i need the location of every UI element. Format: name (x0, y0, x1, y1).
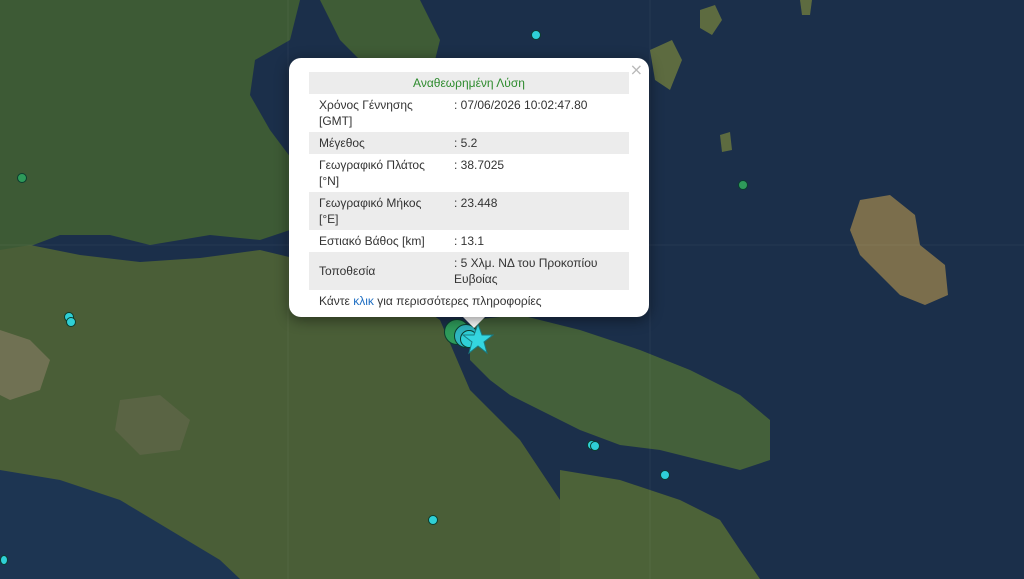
latitude-label: Γεωγραφικό Πλάτος [°N] (319, 158, 425, 188)
longitude-label: Γεωγραφικό Μήκος [°E] (309, 192, 444, 230)
depth-value: : 13.1 (454, 234, 485, 248)
magnitude-label: Μέγεθος (309, 132, 444, 154)
quake-marker[interactable] (590, 441, 600, 451)
origin-time-label: Χρόνος Γέννησης [GMT] (319, 98, 413, 128)
island-small-1 (800, 0, 812, 15)
quake-marker[interactable] (660, 470, 670, 480)
latitude-value: : 38.7025 (454, 158, 505, 172)
popup-title: Αναθεωρημένη Λύση (309, 72, 629, 94)
earthquake-info-popup: × Αναθεωρημένη Λύση Χρόνος Γέννησης [GMT… (289, 58, 649, 317)
quake-marker[interactable] (0, 555, 8, 565)
footer-prefix: Κάντε (319, 294, 354, 308)
more-info-footer: Κάντε κλικ για περισσότερες πληροφορίες (309, 290, 629, 312)
depth-label: Εστιακό Βάθος [km] (319, 234, 425, 248)
magnitude-value: : 5.2 (444, 132, 629, 154)
quake-marker[interactable] (428, 515, 438, 525)
footer-suffix: για περισσότερες πληροφορίες (373, 294, 542, 308)
quake-marker[interactable] (17, 173, 27, 183)
origin-time-value: : 07/06/2026 10:02:47.80 (454, 98, 588, 112)
location-value: : 5 Χλμ. ΝΔ του Προκοπίου Ευβοίας (444, 252, 629, 290)
quake-marker[interactable] (66, 317, 76, 327)
quake-marker[interactable] (738, 180, 748, 190)
island-small-2 (720, 132, 732, 152)
close-icon[interactable]: × (630, 62, 643, 78)
info-table: Αναθεωρημένη Λύση Χρόνος Γέννησης [GMT] … (309, 72, 629, 290)
more-info-link[interactable]: κλικ (353, 294, 374, 308)
location-label: Τοποθεσία (309, 252, 444, 290)
quake-marker[interactable] (531, 30, 541, 40)
mainland-landmass (0, 0, 310, 250)
longitude-value: : 23.448 (444, 192, 629, 230)
popup-tip (462, 316, 486, 328)
